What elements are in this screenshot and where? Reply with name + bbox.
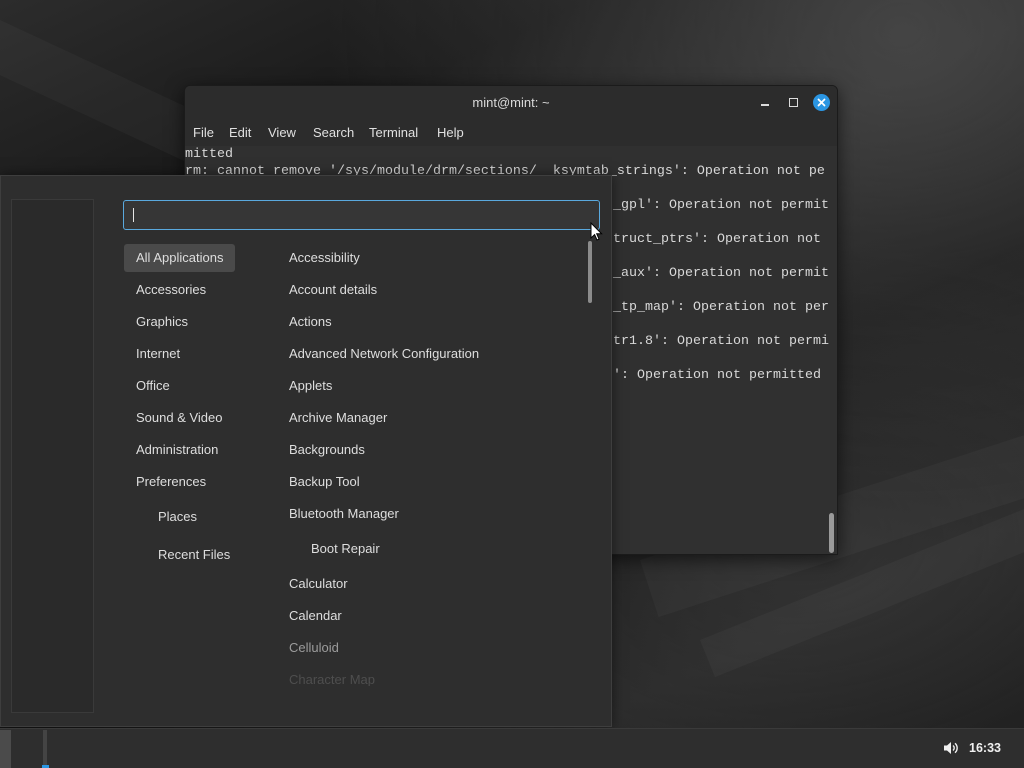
close-button[interactable]	[813, 94, 830, 111]
terminal-line: _gpl': Operation not permit	[613, 198, 829, 213]
terminal-line: tr1.8': Operation not permi	[613, 334, 829, 349]
category-accessories[interactable]: Accessories	[124, 276, 235, 304]
category-all-applications[interactable]: All Applications	[124, 244, 235, 272]
category-graphics[interactable]: Graphics	[124, 308, 235, 336]
menu-terminal[interactable]: Terminal	[369, 119, 418, 146]
close-icon	[813, 94, 830, 111]
terminal-line: _aux': Operation not permit	[613, 266, 829, 281]
category-recent-files[interactable]: Recent Files	[146, 541, 257, 569]
category-sound-video[interactable]: Sound & Video	[124, 404, 235, 432]
terminal-line: _tp_map': Operation not per	[613, 300, 829, 315]
terminal-titlebar[interactable]: mint@mint: ~	[185, 86, 837, 119]
menu-view[interactable]: View	[268, 119, 296, 146]
category-preferences[interactable]: Preferences	[124, 468, 235, 496]
category-office[interactable]: Office	[124, 372, 235, 400]
app-item[interactable]: Backup Tool	[277, 468, 360, 496]
app-item[interactable]: Calendar	[277, 602, 342, 630]
app-item[interactable]: Character Map	[277, 666, 375, 686]
taskbar-window-terminal[interactable]	[43, 730, 47, 768]
application-menu: All Applications Accessories Graphics In…	[0, 175, 612, 727]
app-item[interactable]: Archive Manager	[277, 404, 387, 432]
app-item[interactable]: Accessibility	[277, 244, 360, 272]
search-input[interactable]	[123, 200, 600, 230]
application-list: Accessibility Account details Actions Ad…	[265, 236, 585, 686]
app-item[interactable]: Account details	[277, 276, 377, 304]
app-item[interactable]: Bluetooth Manager	[277, 500, 399, 528]
category-places[interactable]: Places	[146, 503, 257, 531]
category-internet[interactable]: Internet	[124, 340, 235, 368]
terminal-line: truct_ptrs': Operation not	[613, 232, 821, 247]
app-item[interactable]: Applets	[277, 372, 332, 400]
maximize-button[interactable]	[785, 94, 802, 111]
clock[interactable]: 16:33	[969, 729, 1001, 768]
minimize-icon	[761, 104, 769, 106]
minimize-button[interactable]	[757, 94, 774, 111]
app-item[interactable]: Actions	[277, 308, 332, 336]
terminal-scrollbar[interactable]	[829, 513, 834, 553]
taskbar: 16:33	[0, 728, 1024, 768]
mouse-pointer-icon	[590, 222, 603, 241]
menu-search[interactable]: Search	[313, 119, 354, 146]
terminal-line: ': Operation not permitted	[613, 368, 821, 383]
text-caret	[133, 207, 134, 222]
app-item[interactable]: Advanced Network Configuration	[277, 340, 479, 368]
volume-icon[interactable]	[943, 741, 959, 755]
menu-edit[interactable]: Edit	[229, 119, 251, 146]
application-list-scrollbar[interactable]	[588, 241, 592, 303]
menu-button[interactable]	[0, 730, 11, 768]
app-item[interactable]: Celluloid	[277, 634, 339, 662]
app-item[interactable]: Boot Repair	[299, 535, 380, 563]
menu-help[interactable]: Help	[437, 119, 464, 146]
app-item[interactable]: Calculator	[277, 570, 348, 598]
maximize-icon	[789, 98, 798, 107]
menu-file[interactable]: File	[193, 119, 214, 146]
terminal-menubar: File Edit View Search Terminal Help	[185, 119, 837, 146]
window-title: mint@mint: ~	[472, 95, 550, 110]
app-item[interactable]: Backgrounds	[277, 436, 365, 464]
category-administration[interactable]: Administration	[124, 436, 235, 464]
favorites-panel	[11, 199, 94, 713]
terminal-line: mitted	[185, 147, 233, 162]
